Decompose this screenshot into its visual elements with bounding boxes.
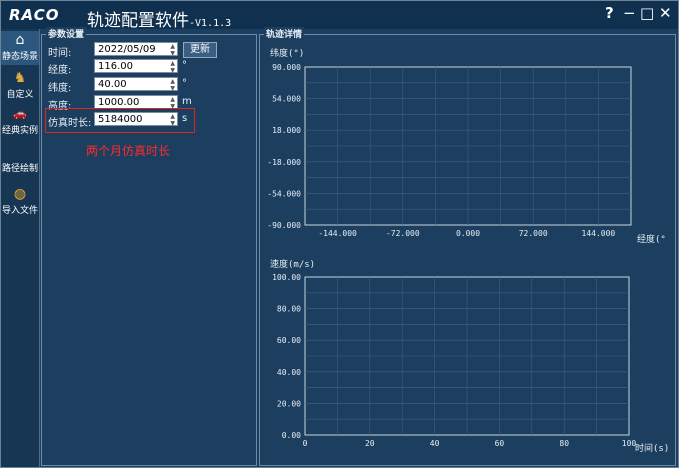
alt-value: 1000.00 [98, 97, 140, 108]
y-tick-label: 60.00 [277, 336, 301, 345]
x-tick-label: 20 [365, 439, 375, 448]
sidebar-item-path-draw[interactable]: 路径绘制 [1, 143, 39, 174]
lon-value: 116.00 [98, 61, 133, 72]
chart1-ylabel: 纬度(°) [270, 49, 305, 59]
y-tick-label: 0.00 [282, 431, 301, 440]
lon-unit: ° [182, 60, 187, 71]
alt-unit: m [182, 96, 192, 107]
y-tick-label: 54.000 [272, 95, 301, 104]
duration-value: 5184000 [98, 114, 143, 125]
raco-logo: RACO [9, 6, 60, 24]
sidebar-item-custom[interactable]: ♞ 自定义 [1, 69, 39, 101]
app-title-text: 轨迹配置软件 [87, 11, 189, 31]
home-icon: ⌂ [15, 32, 25, 48]
sidebar-item-classic[interactable]: 🚗 经典实例 [1, 105, 39, 137]
sidebar-item-label: 导入文件 [1, 206, 38, 216]
lat-label: 纬度: [48, 83, 72, 94]
time-label: 时间: [48, 48, 72, 59]
close-button[interactable]: ✕ [659, 4, 672, 22]
spin-arrows-icon[interactable]: ▲ ▼ [170, 113, 175, 127]
minimize-button[interactable]: − [623, 4, 636, 22]
path-icon [1, 143, 39, 161]
help-button[interactable]: ? [605, 4, 614, 22]
x-tick-label: -72.000 [386, 229, 420, 238]
car-icon: 🚗 [13, 107, 27, 120]
sidebar-item-import-file[interactable]: ◍ 导入文件 [1, 185, 39, 219]
x-tick-label: -144.000 [318, 229, 357, 238]
x-tick-label: 144.000 [582, 229, 616, 238]
spin-arrows-icon[interactable]: ▲ ▼ [170, 78, 175, 92]
x-tick-label: 0.000 [456, 229, 480, 238]
sidebar-item-static-scene[interactable]: ⌂ 静态场景 [1, 31, 39, 65]
y-tick-label: 20.00 [277, 399, 301, 408]
sidebar-item-label: 自定义 [6, 90, 34, 100]
y-tick-label: -18.000 [267, 158, 301, 167]
duration-label: 仿真时长: [48, 118, 92, 129]
x-tick-label: 72.000 [519, 229, 548, 238]
spin-arrows-icon[interactable]: ▲ ▼ [170, 60, 175, 74]
time-field[interactable]: 2022/05/09 19:58 ▲▼ [94, 42, 178, 69]
sidebar-item-label: 路径绘制 [1, 164, 38, 174]
app-window: RACO 轨迹配置软件-V1.1.3 ? − □ ✕ ⌂ 静态场景 ♞ 自定义 … [0, 0, 679, 468]
lat-value: 40.00 [98, 79, 127, 90]
app-title: 轨迹配置软件-V1.1.3 [87, 6, 231, 31]
sidebar-item-label: 经典实例 [1, 126, 38, 136]
y-tick-label: 40.00 [277, 368, 301, 377]
sidebar: ⌂ 静态场景 ♞ 自定义 🚗 经典实例 路径绘制 ◍ 导入文件 [1, 29, 40, 467]
x-tick-label: 60 [495, 439, 505, 448]
details-title: 轨迹详情 [264, 27, 305, 40]
x-tick-label: 40 [430, 439, 440, 448]
duration-annotation: 两个月仿真时长 [86, 144, 171, 158]
y-tick-label: 90.000 [272, 63, 301, 72]
duration-unit: s [182, 113, 188, 124]
params-title: 参数设置 [46, 27, 87, 40]
latlon-chart[interactable]: 90.000 54.000 18.000 -18.000 -54.000 -90.000 -… [259, 59, 674, 244]
lon-label: 经度: [48, 65, 72, 76]
spin-arrows-icon[interactable]: ▲ ▼ [170, 43, 175, 57]
y-tick-label: -90.000 [267, 221, 301, 230]
custom-icon: ♞ [13, 70, 27, 86]
lon-field[interactable]: 116.00 ▲ ▼ [94, 59, 178, 74]
lat-unit: ° [182, 78, 187, 89]
lat-field[interactable]: 40.00 ▲ ▼ [94, 77, 178, 92]
title-bar: RACO 轨迹配置软件-V1.1.3 ? − □ ✕ [1, 1, 678, 31]
maximize-button[interactable]: □ [640, 4, 654, 22]
speed-chart[interactable]: 100.00 80.00 60.00 40.00 20.00 0.000 20 40 60 80 1… [259, 269, 674, 454]
import-icon: ◍ [13, 186, 27, 202]
x-tick-label: 100 [622, 439, 637, 448]
x-tick-label: 0 [303, 439, 308, 448]
duration-field[interactable]: 5184000 ▲ ▼ [94, 112, 178, 127]
y-tick-label: 80.00 [277, 305, 301, 314]
y-tick-label: 18.000 [272, 126, 301, 135]
sidebar-item-label: 静态场景 [1, 52, 38, 62]
app-version: -V1.1.3 [189, 18, 232, 29]
alt-field[interactable]: 1000.00 ▲ ▼ [94, 95, 178, 110]
update-button[interactable]: 更新 [183, 42, 217, 58]
y-tick-label: 100.00 [272, 273, 301, 282]
y-tick-label: -54.000 [267, 189, 301, 198]
x-tick-label: 80 [559, 439, 569, 448]
